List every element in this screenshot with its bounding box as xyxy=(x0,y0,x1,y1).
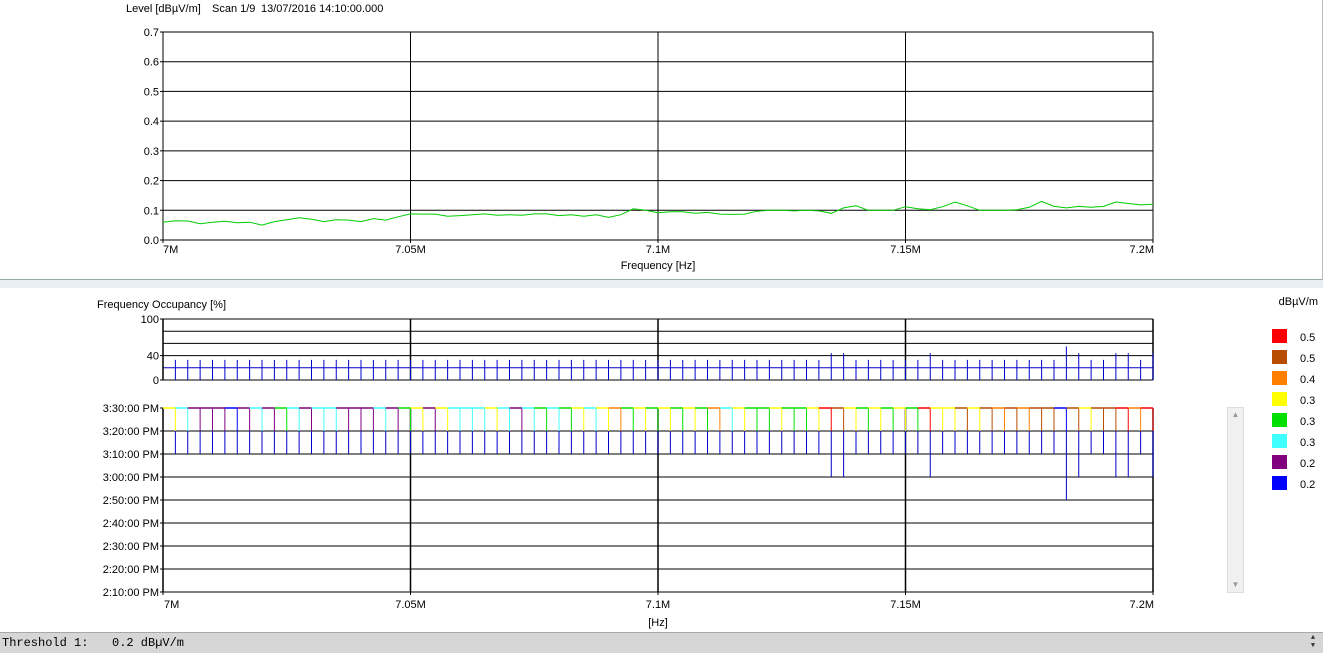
legend-label: 0.2 xyxy=(1300,458,1315,470)
spectrum-chart: Level [dBµV/m] Scan 1/9 13/07/2016 14:10:0… xyxy=(126,3,1154,272)
legend-label: 0.3 xyxy=(1300,416,1315,428)
legend-label: 0.4 xyxy=(1300,374,1315,386)
waterfall-y-tick-label: 3:10:00 PM xyxy=(103,449,159,461)
spectrum-panel: Level [dBµV/m] Scan 1/9 13/07/2016 14:10:0… xyxy=(0,0,1323,280)
waterfall-x-tick-label: 7M xyxy=(164,599,179,611)
threshold-value: 0.2 dBµV/m xyxy=(112,636,185,650)
waterfall-y-tick-label: 3:20:00 PM xyxy=(103,426,159,438)
waterfall-x-axis-label: [Hz] xyxy=(648,617,668,629)
spectrum-y-tick-label: 0.2 xyxy=(144,176,159,188)
spectrum-header-datetime: 13/07/2016 14:10:00.000 xyxy=(261,3,383,15)
occupancy-y-tick-label: 100 xyxy=(141,314,159,326)
spectrum-x-tick-label: 7.05M xyxy=(395,244,426,256)
spectrum-y-tick-label: 0.3 xyxy=(144,146,159,158)
legend-label: 0.3 xyxy=(1300,395,1315,407)
spectrum-y-tick-label: 0.0 xyxy=(144,235,159,247)
waterfall-y-tick-label: 2:20:00 PM xyxy=(103,564,159,576)
spectrum-y-tick-label: 0.1 xyxy=(144,205,159,217)
legend-label: 0.2 xyxy=(1300,479,1315,491)
waterfall-y-tick-label: 3:30:00 PM xyxy=(103,403,159,415)
waterfall-y-tick-label: 2:10:00 PM xyxy=(103,587,159,599)
spectrum-header-scan: Scan 1/9 xyxy=(212,3,255,15)
spectrum-y-tick-label: 0.7 xyxy=(144,27,159,39)
waterfall-y-tick-label: 2:50:00 PM xyxy=(103,495,159,507)
legend-swatch xyxy=(1272,371,1287,385)
spectrum-x-tick-label: 7.15M xyxy=(890,244,921,256)
spectrum-header-level: Level [dBµV/m] xyxy=(126,3,201,15)
waterfall-x-tick-label: 7.05M xyxy=(395,599,426,611)
spin-up-icon[interactable]: ▲ xyxy=(1307,634,1319,642)
spectrum-x-tick-label: 7M xyxy=(163,244,178,256)
waterfall-x-tick-label: 7.15M xyxy=(890,599,921,611)
legend-swatch xyxy=(1272,434,1287,448)
waterfall-y-tick-label: 3:00:00 PM xyxy=(103,472,159,484)
scroll-up-icon[interactable]: ▲ xyxy=(1228,408,1243,422)
waterfall-y-tick-label: 2:30:00 PM xyxy=(103,541,159,553)
status-bar: Threshold 1: 0.2 dBµV/m ▲ ▼ xyxy=(0,632,1323,653)
waterfall-x-tick-label: 7.2M xyxy=(1130,599,1154,611)
legend-label: 0.5 xyxy=(1300,353,1315,365)
threshold-label: Threshold 1: xyxy=(2,636,89,650)
spectrum-y-tick-label: 0.4 xyxy=(144,116,159,128)
legend-label: 0.3 xyxy=(1300,437,1315,449)
legend-swatch xyxy=(1272,329,1287,343)
occupancy-y-tick-label: 40 xyxy=(147,351,159,363)
legend-swatch xyxy=(1272,413,1287,427)
occupancy-waterfall-chart: Frequency Occupancy [%] 0 40 100 3:30:00 PM 3… xyxy=(97,296,1318,629)
legend-swatch xyxy=(1272,350,1287,364)
legend-swatch xyxy=(1272,476,1287,490)
spectrum-y-tick-label: 0.6 xyxy=(144,57,159,69)
spectrum-x-tick-label: 7.1M xyxy=(646,244,670,256)
waterfall-x-tick-label: 7.1M xyxy=(646,599,670,611)
occupancy-y-tick-label: 0 xyxy=(153,375,159,387)
pane-splitter[interactable] xyxy=(0,280,1323,288)
spectrum-y-tick-label: 0.5 xyxy=(144,86,159,98)
legend-label: 0.5 xyxy=(1300,332,1315,344)
threshold-spinner[interactable]: ▲ ▼ xyxy=(1307,634,1319,651)
spectrum-x-axis-label: Frequency [Hz] xyxy=(621,260,696,272)
legend-scrollbar[interactable]: ▲ ▼ xyxy=(1227,407,1244,593)
legend-swatch xyxy=(1272,392,1287,406)
legend-swatch xyxy=(1272,455,1287,469)
occupancy-panel: Frequency Occupancy [%] 0 40 100 3:30:00 PM 3… xyxy=(0,288,1323,632)
spin-down-icon[interactable]: ▼ xyxy=(1307,642,1319,650)
scroll-down-icon[interactable]: ▼ xyxy=(1228,578,1243,592)
spectrum-x-tick-label: 7.2M xyxy=(1130,244,1154,256)
occupancy-title: Frequency Occupancy [%] xyxy=(97,299,226,311)
legend-unit: dBµV/m xyxy=(1279,296,1318,308)
waterfall-y-tick-label: 2:40:00 PM xyxy=(103,518,159,530)
